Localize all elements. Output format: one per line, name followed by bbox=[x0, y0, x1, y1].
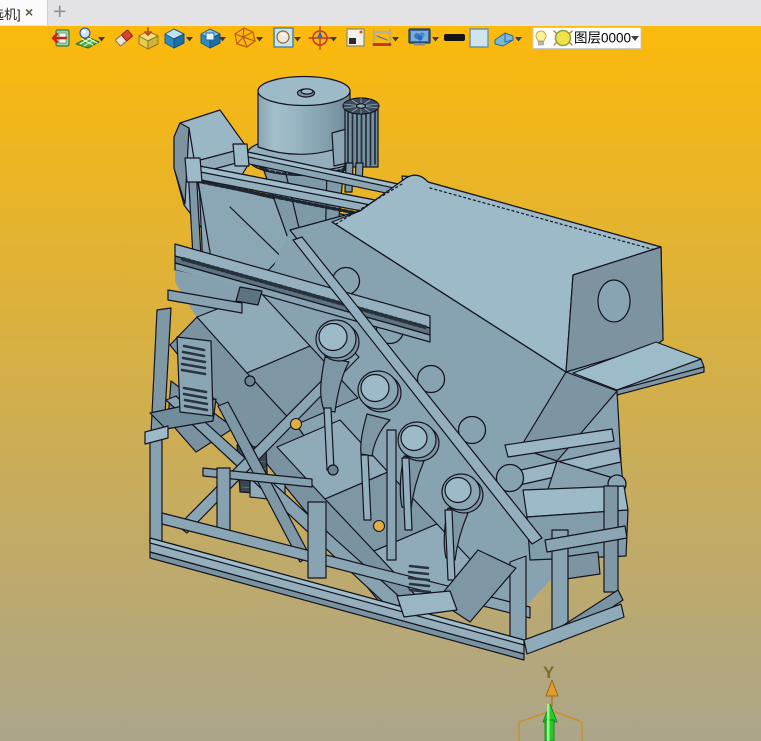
svg-text:图层0000: 图层0000 bbox=[574, 31, 631, 46]
svg-text:Y: Y bbox=[543, 663, 555, 682]
